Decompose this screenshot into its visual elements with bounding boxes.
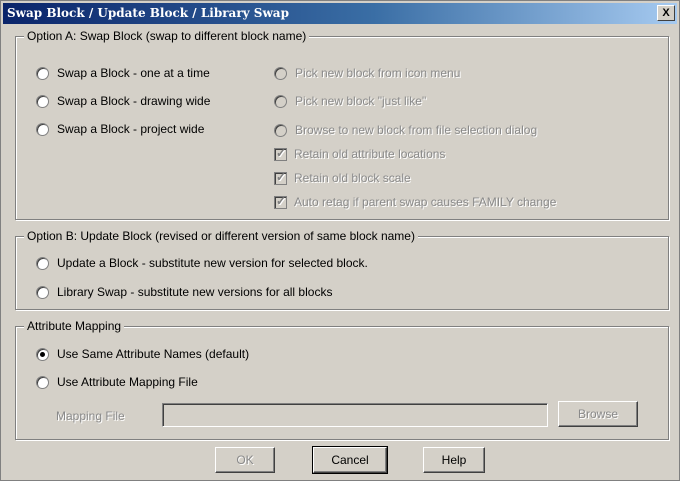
radio-library-swap[interactable]: Library Swap - substitute new versions f… xyxy=(36,285,332,299)
ok-label: OK xyxy=(236,453,254,467)
radio-browse-file-dialog[interactable]: Browse to new block from file selection … xyxy=(274,123,537,137)
browse-button[interactable]: Browse xyxy=(558,401,638,427)
option-a-group: Option A: Swap Block (swap to different … xyxy=(15,29,669,220)
radio-label: Use Attribute Mapping File xyxy=(57,375,198,389)
radio-button[interactable] xyxy=(36,347,49,361)
mapping-file-label: Mapping File xyxy=(56,409,125,423)
browse-label: Browse xyxy=(577,407,618,421)
ok-button[interactable]: OK xyxy=(215,447,275,473)
check-retain-attribute-locations[interactable]: Retain old attribute locations xyxy=(274,146,446,161)
check-retain-block-scale[interactable]: Retain old block scale xyxy=(274,170,411,185)
checkbox-label: Retain old attribute locations xyxy=(294,147,446,161)
window-title: Swap Block / Update Block / Library Swap xyxy=(7,6,289,20)
radio-button[interactable] xyxy=(274,123,287,137)
radio-label: Swap a Block - drawing wide xyxy=(57,94,211,108)
mapping-file-input[interactable] xyxy=(162,403,548,427)
cancel-label: Cancel xyxy=(331,453,369,467)
swap-block-dialog: Swap Block / Update Block / Library Swap… xyxy=(0,0,680,481)
checkbox-label: Auto retag if parent swap causes FAMILY … xyxy=(294,195,557,209)
radio-label: Pick new block "just like" xyxy=(295,94,427,108)
close-icon: X xyxy=(662,7,670,19)
title-bar[interactable]: Swap Block / Update Block / Library Swap… xyxy=(3,3,677,24)
option-a-legend: Option A: Swap Block (swap to different … xyxy=(24,29,310,43)
radio-button[interactable] xyxy=(36,94,49,108)
checkbox[interactable] xyxy=(274,170,287,185)
radio-button[interactable] xyxy=(36,256,49,270)
option-b-legend: Option B: Update Block (revised or diffe… xyxy=(24,229,418,243)
radio-label: Pick new block from icon menu xyxy=(295,66,461,80)
radio-swap-drawing-wide[interactable]: Swap a Block - drawing wide xyxy=(36,94,210,108)
radio-pick-from-icon-menu[interactable]: Pick new block from icon menu xyxy=(274,66,460,80)
attribute-mapping-group: Attribute Mapping Use Same Attribute Nam… xyxy=(15,319,669,440)
radio-swap-one-at-a-time[interactable]: Swap a Block - one at a time xyxy=(36,66,210,80)
radio-button[interactable] xyxy=(36,122,49,136)
option-b-group: Option B: Update Block (revised or diffe… xyxy=(15,229,669,310)
radio-button[interactable] xyxy=(274,94,287,108)
radio-label: Swap a Block - project wide xyxy=(57,122,205,136)
radio-label: Browse to new block from file selection … xyxy=(295,123,538,137)
close-button[interactable]: X xyxy=(657,5,675,21)
radio-button[interactable] xyxy=(274,66,287,80)
checkbox-label: Retain old block scale xyxy=(294,171,411,185)
help-label: Help xyxy=(441,453,467,467)
radio-label: Update a Block - substitute new version … xyxy=(57,256,368,270)
radio-button[interactable] xyxy=(36,285,49,299)
cancel-button[interactable]: Cancel xyxy=(312,446,388,474)
check-auto-retag[interactable]: Auto retag if parent swap causes FAMILY … xyxy=(274,194,557,209)
radio-pick-just-like[interactable]: Pick new block "just like" xyxy=(274,94,426,108)
radio-label: Library Swap - substitute new versions f… xyxy=(57,285,333,299)
checkbox[interactable] xyxy=(274,194,287,209)
checkbox[interactable] xyxy=(274,146,287,161)
radio-same-attribute-names[interactable]: Use Same Attribute Names (default) xyxy=(36,347,249,361)
radio-label: Use Same Attribute Names (default) xyxy=(57,347,250,361)
radio-button[interactable] xyxy=(36,375,49,389)
radio-attribute-mapping-file[interactable]: Use Attribute Mapping File xyxy=(36,375,198,389)
radio-button[interactable] xyxy=(36,66,49,80)
radio-label: Swap a Block - one at a time xyxy=(57,66,210,80)
attribute-mapping-legend: Attribute Mapping xyxy=(24,319,125,333)
radio-swap-project-wide[interactable]: Swap a Block - project wide xyxy=(36,122,204,136)
radio-update-a-block[interactable]: Update a Block - substitute new version … xyxy=(36,256,368,270)
help-button[interactable]: Help xyxy=(423,447,485,473)
